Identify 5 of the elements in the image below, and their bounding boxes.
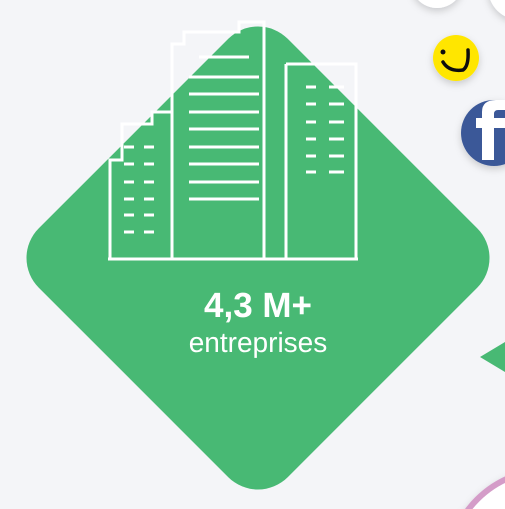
smiley-icon	[433, 35, 479, 81]
stat-label: entreprises	[188, 326, 328, 360]
triangle-shape	[480, 342, 505, 372]
facebook-icon	[461, 100, 505, 166]
stat-value: 4,3 M+	[204, 286, 312, 326]
